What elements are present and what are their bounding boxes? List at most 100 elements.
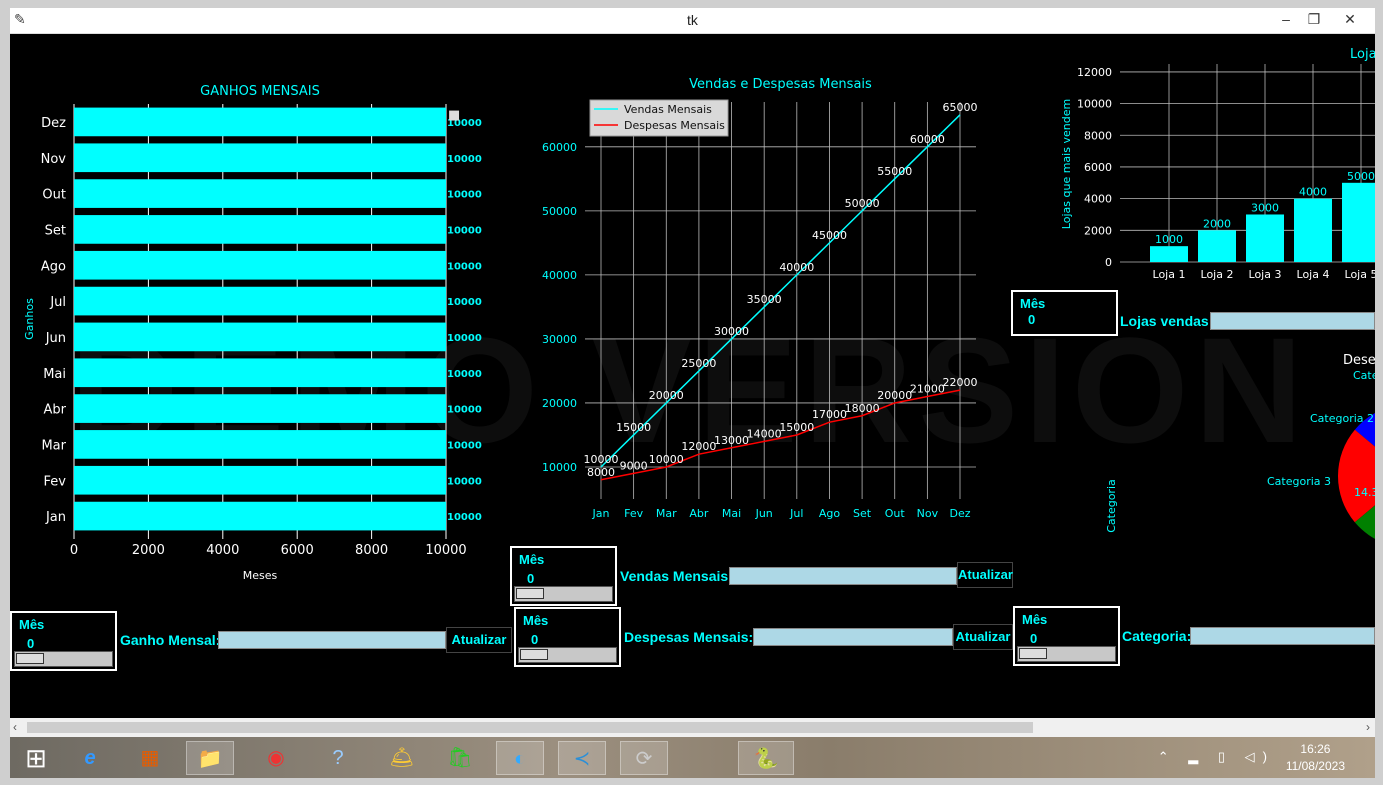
internet-explorer-icon[interactable]: e — [66, 741, 114, 775]
vendas-mes-slider[interactable] — [514, 586, 613, 602]
y-tick-label: Jun — [45, 331, 66, 346]
bar-loja-3 — [1246, 214, 1284, 262]
help-icon[interactable]: ? — [314, 741, 362, 775]
bar-value-label: 3000 — [1251, 201, 1279, 214]
y-tick-label: Set — [45, 223, 66, 238]
slider-handle[interactable] — [516, 588, 544, 599]
y-tick-label: Dez — [41, 116, 66, 131]
edge-icon[interactable]: ◐ — [496, 741, 544, 775]
data-label: 20000 — [877, 389, 912, 402]
y-tick-label: 20000 — [542, 397, 577, 410]
bar-jun — [74, 322, 446, 352]
pie-pct-label: 14.3 — [1354, 486, 1375, 499]
vendas-atualizar-button[interactable]: Atualizar — [957, 562, 1013, 588]
bar-value-label: 1000 — [1155, 233, 1183, 246]
store-icon[interactable]: 🛍 — [436, 741, 484, 775]
lojas-vendas-input[interactable] — [1210, 312, 1375, 330]
ganho-mes-label: Mês — [19, 617, 45, 632]
data-label: 25000 — [681, 357, 716, 370]
bar-ago — [74, 250, 446, 280]
bar-value-label: 10000 — [447, 476, 482, 487]
despesas-atualizar-button[interactable]: Atualizar — [953, 624, 1013, 650]
slider-handle[interactable] — [520, 649, 548, 660]
bar-loja-5 — [1342, 182, 1375, 262]
bar-value-label: 10000 — [447, 154, 482, 165]
slider-handle[interactable] — [1019, 648, 1047, 659]
y-axis-label: Ganhos — [23, 298, 36, 340]
sync-app-icon[interactable]: ⟳ — [620, 741, 668, 775]
y-tick-label: Nov — [41, 152, 67, 167]
despesas-mensais-input[interactable] — [753, 628, 953, 646]
chart-title: GANHOS MENSAIS — [200, 84, 320, 99]
office-icon[interactable]: ▦ — [126, 741, 174, 775]
bar-jul — [74, 286, 446, 316]
y-tick-label: Out — [42, 188, 66, 203]
app-window: ✎ tk – ❐ ✕ DEMO VERSION 0 2000 4000 6000 800… — [10, 8, 1375, 738]
clock[interactable]: 16:26 11/08/2023 — [1286, 741, 1345, 775]
ganho-mensal-label: Ganho Mensal: — [120, 632, 221, 648]
data-label: 8000 — [587, 466, 615, 479]
y-tick-label: 8000 — [1084, 129, 1112, 142]
bell-app-icon[interactable]: 🛎 — [378, 741, 426, 775]
data-label: 40000 — [779, 261, 814, 274]
categoria-input[interactable] — [1190, 627, 1375, 645]
data-label: 35000 — [747, 293, 782, 306]
system-tray-icons[interactable]: ⌃ ▂ ▯ ◁) — [1158, 749, 1275, 765]
minimize-button[interactable]: – — [1271, 8, 1301, 32]
x-axis-label: Meses — [243, 569, 278, 582]
despesas-mes-slider[interactable] — [518, 647, 617, 663]
y-tick-label: Jan — [45, 510, 66, 525]
scrollbar-thumb[interactable] — [27, 722, 1033, 733]
chart-title: Desem — [1343, 353, 1375, 368]
clock-time: 16:26 — [1300, 742, 1331, 756]
data-label: 9000 — [620, 459, 648, 472]
x-tick-label: Loja 2 — [1201, 268, 1234, 281]
y-tick-label: 60000 — [542, 141, 577, 154]
bar-fev — [74, 465, 446, 495]
bar-value-label: 10000 — [447, 369, 482, 380]
vscode-icon[interactable]: ≺ — [558, 741, 606, 775]
vendas-mes-box: Mês 0 — [510, 546, 617, 606]
legend-label: Vendas Mensais — [624, 103, 712, 116]
x-tick-label: Ago — [819, 507, 841, 520]
scroll-right-icon[interactable]: › — [1366, 720, 1370, 734]
data-label: 50000 — [845, 197, 880, 210]
main-canvas: DEMO VERSION 0 2000 4000 6000 8000 10000 Jan 10… — [10, 34, 1375, 718]
file-explorer-icon[interactable]: 📁 — [186, 741, 234, 775]
close-button[interactable]: ✕ — [1335, 8, 1365, 32]
x-tick-label: Jul — [789, 507, 803, 520]
ganho-mes-slider[interactable] — [14, 651, 113, 667]
x-tick-label: Nov — [917, 507, 939, 520]
data-label: 10000 — [649, 453, 684, 466]
slider-handle[interactable] — [16, 653, 44, 664]
horizontal-scrollbar[interactable]: ‹ › — [10, 718, 1375, 738]
start-button-icon[interactable]: ⊞ — [12, 741, 60, 775]
x-tick-label: Loja 4 — [1297, 268, 1330, 281]
categoria-mes-slider[interactable] — [1017, 646, 1116, 662]
x-tick-label: Jun — [755, 507, 773, 520]
x-tick-label: Loja 3 — [1249, 268, 1282, 281]
chrome-icon[interactable]: ◉ — [252, 741, 300, 775]
data-label: 22000 — [943, 376, 978, 389]
vendas-mensais-input[interactable] — [729, 567, 957, 585]
data-label: 14000 — [747, 427, 782, 440]
bar-out — [74, 179, 446, 208]
pie-label: Categoria 3 — [1267, 475, 1331, 488]
vendas-mes-label: Mês — [519, 552, 545, 567]
chart-title: Vendas e Despesas Mensais — [689, 77, 872, 92]
ganho-atualizar-button[interactable]: Atualizar — [446, 627, 512, 653]
y-tick-label: 0 — [1105, 256, 1112, 269]
y-tick-label: 10000 — [542, 461, 577, 474]
y-tick-label: 4000 — [1084, 193, 1112, 206]
lojas-mes-label: Mês — [1020, 296, 1046, 311]
vendas-mes-value: 0 — [527, 571, 535, 586]
restore-button[interactable]: ❐ — [1299, 8, 1329, 32]
bar-dez — [74, 107, 446, 137]
categoria-mes-box: Mês 0 — [1013, 606, 1120, 666]
python-icon[interactable]: 🐍 — [738, 741, 794, 775]
data-label: 15000 — [779, 421, 814, 434]
ganho-mensal-input[interactable] — [218, 631, 446, 649]
bar-mar — [74, 430, 446, 459]
scroll-left-icon[interactable]: ‹ — [13, 720, 17, 734]
data-label: 20000 — [649, 389, 684, 402]
